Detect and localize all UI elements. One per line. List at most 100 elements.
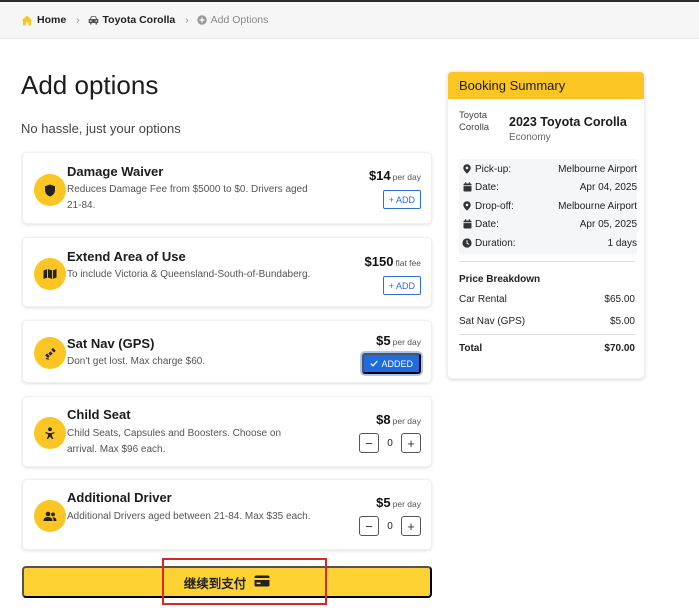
trip-value: Melbourne Airport <box>558 163 637 175</box>
total-value: $70.00 <box>604 343 635 354</box>
quantity-value: 0 <box>387 520 393 532</box>
added-button-label: ADDED <box>381 358 413 369</box>
trip-details: Pick-up: Melbourne Airport Date: Apr 04,… <box>459 159 637 254</box>
page-subtitle: No hassle, just your options <box>21 121 181 136</box>
shield-icon <box>34 174 66 206</box>
increment-button[interactable]: + <box>401 433 421 453</box>
trip-label: Pick-up: <box>475 163 512 175</box>
option-description: Reduces Damage Fee from $5000 to $0. Dri… <box>67 184 308 211</box>
price-amount: $8 <box>376 412 391 427</box>
map-icon <box>34 258 66 290</box>
continue-to-payment-button[interactable]: 继续到支付 <box>22 566 432 598</box>
trip-row-duration: Duration: 1 days <box>459 234 637 252</box>
breadcrumb-current: Add Options <box>196 14 269 26</box>
trip-value: Melbourne Airport <box>558 200 637 212</box>
breadcrumb-car[interactable]: Toyota Corolla <box>88 14 176 26</box>
trip-row-pickup: Pick-up: Melbourne Airport <box>459 160 637 178</box>
trip-row-dropoff-date: Date: Apr 05, 2025 <box>459 215 637 233</box>
page-title: Add options <box>21 70 159 100</box>
price-unit: per day <box>392 416 421 426</box>
option-card-damage-waiver: Damage Waiver Reduces Damage Fee from $5… <box>22 152 432 224</box>
breadcrumb-car-label: Toyota Corolla <box>102 14 176 26</box>
breadcrumb-separator: › <box>76 14 80 26</box>
price-row-car-rental: Car Rental $65.00 <box>459 294 635 305</box>
price-breakdown-title: Price Breakdown <box>459 274 541 285</box>
breadcrumb-separator: › <box>185 14 189 26</box>
increment-button[interactable]: + <box>401 516 421 536</box>
price-unit: flat fee <box>395 258 421 268</box>
breadcrumb-home[interactable]: Home <box>21 14 66 26</box>
satellite-icon <box>34 337 66 369</box>
car-icon <box>88 15 99 25</box>
clock-icon <box>459 238 475 248</box>
trip-label: Duration: <box>475 237 516 249</box>
price-amount: $150 <box>364 254 394 269</box>
car-class: Economy <box>509 132 551 143</box>
option-price: $5 per day <box>376 332 421 350</box>
option-description: To include Victoria & Queensland-South-o… <box>67 269 311 280</box>
option-title: Extend Area of Use <box>67 249 186 264</box>
total-label: Total <box>459 343 483 354</box>
map-pin-icon <box>459 201 475 211</box>
option-card-child-seat: Child Seat Child Seats, Capsules and Boo… <box>22 396 432 467</box>
plus-icon: + <box>388 194 394 205</box>
option-title: Sat Nav (GPS) <box>67 336 155 351</box>
car-name: 2023 Toyota Corolla <box>509 115 627 129</box>
trip-row-dropoff: Drop-off: Melbourne Airport <box>459 197 637 215</box>
price-amount: $5 <box>376 495 391 510</box>
child-seat-quantity-stepper: − 0 + <box>359 433 421 453</box>
divider <box>459 334 635 335</box>
booking-summary: Booking Summary Toyota Corolla 2023 Toyo… <box>447 71 645 379</box>
price-unit: per day <box>392 499 421 509</box>
credit-card-icon <box>254 575 270 590</box>
check-icon <box>370 359 379 369</box>
trip-value: 1 days <box>607 237 637 249</box>
calendar-icon <box>459 219 475 229</box>
price-amount: $14 <box>368 168 391 183</box>
price-value: $65.00 <box>604 294 635 305</box>
option-card-sat-nav: Sat Nav (GPS) Don't get lost. Max charge… <box>22 320 432 383</box>
added-sat-nav-button[interactable]: ADDED <box>362 353 421 374</box>
divider <box>459 261 635 262</box>
price-value: $5.00 <box>609 316 635 327</box>
additional-driver-quantity-stepper: − 0 + <box>359 516 421 536</box>
trip-value: Apr 05, 2025 <box>579 218 637 230</box>
option-card-extend-area: Extend Area of Use To include Victoria &… <box>22 237 432 307</box>
car-image: Toyota Corolla <box>459 110 490 133</box>
decrement-button[interactable]: − <box>359 433 379 453</box>
breadcrumb-current-label: Add Options <box>210 14 269 26</box>
option-title: Child Seat <box>67 407 131 422</box>
trip-value: Apr 04, 2025 <box>579 181 637 193</box>
trip-label: Date: <box>475 181 499 193</box>
price-row-total: Total $70.00 <box>459 343 635 354</box>
pay-button-label: 继续到支付 <box>183 576 247 591</box>
price-label: Car Rental <box>459 294 507 305</box>
add-damage-waiver-button[interactable]: + ADD <box>382 190 421 209</box>
trip-row-pickup-date: Date: Apr 04, 2025 <box>459 178 637 196</box>
calendar-icon <box>459 182 475 192</box>
trip-label: Date: <box>475 218 499 230</box>
plus-icon: + <box>388 280 394 291</box>
breadcrumb: Home › Toyota Corolla › Add Options <box>0 2 699 39</box>
option-price: $150 flat fee <box>365 253 421 271</box>
option-card-additional-driver: Additional Driver Additional Drivers age… <box>22 479 432 550</box>
plus-circle-icon <box>196 15 207 25</box>
option-price: $5 per day <box>376 494 421 512</box>
add-button-label: ADD <box>395 280 415 291</box>
option-price: $14 per day <box>369 167 421 185</box>
child-icon <box>34 417 66 449</box>
add-extend-area-button[interactable]: + ADD <box>382 276 421 295</box>
price-label: Sat Nav (GPS) <box>459 316 526 327</box>
option-title: Damage Waiver <box>67 164 164 179</box>
decrement-button[interactable]: − <box>359 516 379 536</box>
quantity-value: 0 <box>387 437 393 449</box>
add-button-label: ADD <box>395 194 415 205</box>
option-description: Don't get lost. Max charge $60. <box>67 356 206 367</box>
booking-summary-title: Booking Summary <box>448 72 644 99</box>
price-unit: per day <box>392 172 421 182</box>
breadcrumb-home-label: Home <box>37 14 67 26</box>
option-title: Additional Driver <box>67 490 172 505</box>
trip-label: Drop-off: <box>475 200 514 212</box>
home-icon <box>21 15 33 26</box>
price-row-sat-nav: Sat Nav (GPS) $5.00 <box>459 316 635 327</box>
